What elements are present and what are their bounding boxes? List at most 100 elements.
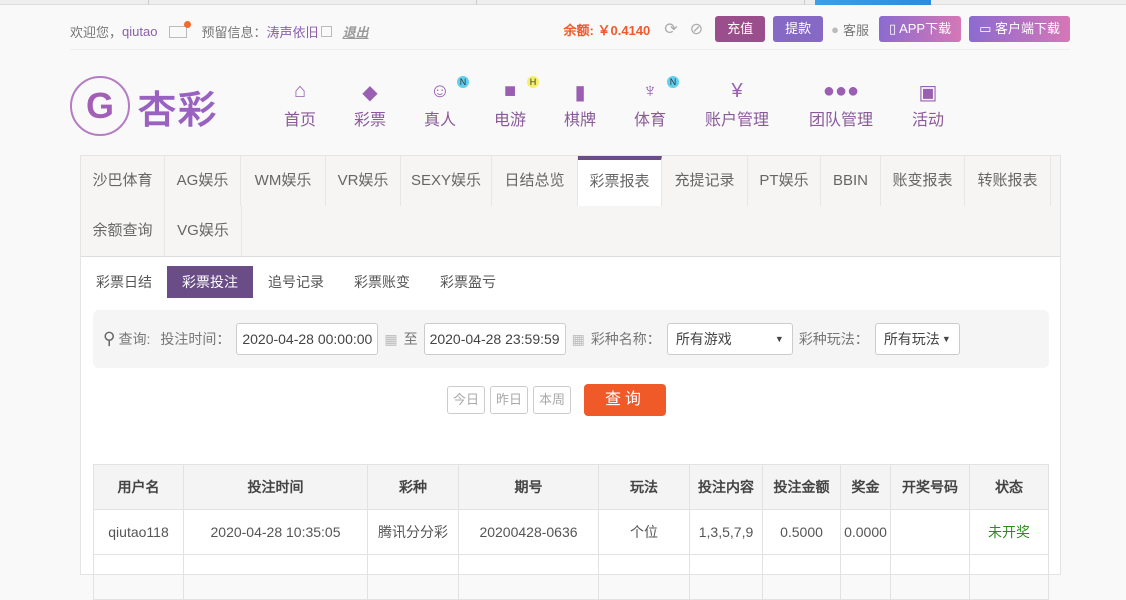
col-prize: 奖金 xyxy=(840,464,891,510)
yesterday-button[interactable]: 昨日 xyxy=(490,386,528,414)
cell-status: 未开奖 xyxy=(969,509,1049,555)
badge-hot: H xyxy=(527,76,539,88)
nav-egame[interactable]: ■ H 电游 xyxy=(491,76,539,130)
col-draw-number: 开奖号码 xyxy=(890,464,970,510)
nav-team[interactable]: ●●● 团队管理 xyxy=(806,80,876,130)
tab-wm[interactable]: WM娱乐 xyxy=(241,156,326,206)
subtab-account-change[interactable]: 彩票账变 xyxy=(339,266,425,298)
tab-saba[interactable]: 沙巴体育 xyxy=(81,156,165,206)
nav-label: 首页 xyxy=(283,112,316,129)
cell-prize: 0.0000 xyxy=(840,509,891,555)
cell-draw-number xyxy=(890,509,970,555)
nav-label: 真人 xyxy=(423,112,456,129)
table-row[interactable]: qiutao118 2020-04-28 10:35:05 腾讯分分彩 2020… xyxy=(93,509,1049,555)
this-week-button[interactable]: 本周 xyxy=(533,386,571,414)
logout-link[interactable]: 退出 xyxy=(342,22,368,41)
end-time-input[interactable]: 2020-04-28 23:59:59 xyxy=(423,323,566,355)
tab-lottery-report[interactable]: 彩票报表 xyxy=(578,156,662,206)
team-icon: ●●● xyxy=(822,80,860,102)
subtab-bets[interactable]: 彩票投注 xyxy=(167,266,253,298)
tab-vg[interactable]: VG娱乐 xyxy=(165,206,242,256)
col-content: 投注内容 xyxy=(689,464,763,510)
filter-bar: ⚲ 查询: 投注时间： 2020-04-28 00:00:00 ▦ 至 2020… xyxy=(93,310,1049,368)
tab-transfer-report[interactable]: 转账报表 xyxy=(965,156,1051,206)
monitor-icon: ▭ xyxy=(979,21,995,36)
logo[interactable]: G 杏彩 xyxy=(70,76,218,136)
tab-ag[interactable]: AG娱乐 xyxy=(165,156,241,206)
play-label: 彩种玩法： xyxy=(798,331,869,347)
col-lottery: 彩种 xyxy=(367,464,459,510)
col-play: 玩法 xyxy=(598,464,690,510)
withdraw-button[interactable]: 提款 xyxy=(773,16,824,42)
cards-icon: ▮ xyxy=(574,82,586,104)
lottery-select[interactable]: 所有游戏 ▼ xyxy=(666,323,793,355)
cell-bet-time: 2020-04-28 10:35:05 xyxy=(183,509,368,555)
to-label: 至 xyxy=(403,331,418,347)
query-label: 查询: xyxy=(118,331,151,347)
home-icon: ⌂ xyxy=(293,80,307,102)
gamepad-icon: ■ H xyxy=(491,76,539,106)
top-strip xyxy=(0,0,1126,5)
balance-value: ￥0.4140 xyxy=(597,22,651,38)
tab-sexy[interactable]: SEXY娱乐 xyxy=(401,156,492,206)
calendar-icon[interactable]: ▦ xyxy=(384,331,397,348)
tab-vr[interactable]: VR娱乐 xyxy=(326,156,401,206)
tab-balance-query[interactable]: 余额查询 xyxy=(81,206,165,256)
calendar-icon[interactable]: ▦ xyxy=(572,331,585,348)
client-download-button[interactable]: ▭ 客户端下载 xyxy=(969,16,1070,42)
dropdown-arrow-icon: ▼ xyxy=(774,334,784,344)
subtab-profit[interactable]: 彩票盈亏 xyxy=(425,266,511,298)
tab-daily-overview[interactable]: 日结总览 xyxy=(492,156,578,206)
sub-tabs: 彩票日结 彩票投注 追号记录 彩票账变 彩票盈亏 xyxy=(81,266,511,298)
col-bet-time: 投注时间 xyxy=(183,464,368,510)
quick-buttons: 今日 昨日 本周 查询 xyxy=(447,384,666,416)
nav-label: 团队管理 xyxy=(808,112,873,129)
table-header: 用户名 投注时间 彩种 期号 玩法 投注内容 投注金额 奖金 开奖号码 状态 xyxy=(93,464,1049,510)
nav-label: 体育 xyxy=(633,112,666,129)
client-download-label: 客户端下载 xyxy=(994,21,1060,36)
app-download-button[interactable]: ▯ APP下载 xyxy=(879,16,962,42)
recharge-button[interactable]: 充值 xyxy=(715,16,766,42)
username: qiutao xyxy=(122,24,158,39)
search-button[interactable]: 查询 xyxy=(584,384,666,416)
service-icon: ● xyxy=(831,21,839,37)
service-link[interactable]: 客服 xyxy=(843,20,869,39)
main-nav: G 杏彩 ⌂ 首页 ◆ 彩票 ☺ N 真人 ■ H 电游 ▮ 棋牌 ♆ N 体育 ¥ 账户管理 ●●●… xyxy=(70,70,1070,140)
tab-bbin[interactable]: BBIN xyxy=(821,156,881,206)
col-amount: 投注金额 xyxy=(762,464,841,510)
nav-live[interactable]: ☺ N 真人 xyxy=(421,76,469,130)
tab-deposit-records[interactable]: 充提记录 xyxy=(662,156,748,206)
nav-label: 彩票 xyxy=(353,112,386,129)
balance-label: 余额: xyxy=(563,22,594,38)
nav-sports[interactable]: ♆ N 体育 xyxy=(631,76,679,130)
nav-account[interactable]: ¥ 账户管理 xyxy=(702,80,772,130)
edit-icon[interactable] xyxy=(321,26,333,37)
play-select[interactable]: 所有玩法 ▼ xyxy=(874,323,960,355)
lottery-select-value: 所有游戏 xyxy=(675,331,732,347)
phone-icon: ▯ xyxy=(889,21,900,36)
tab-account-change[interactable]: 账变报表 xyxy=(881,156,965,206)
cell-issue: 20200428-0636 xyxy=(458,509,599,555)
hide-eye-icon[interactable]: ⊘ xyxy=(690,19,703,39)
badge-new: N xyxy=(667,76,679,88)
today-button[interactable]: 今日 xyxy=(447,386,485,414)
reserved-label: 预留信息： xyxy=(201,25,267,40)
subtab-chase[interactable]: 追号记录 xyxy=(253,266,339,298)
refresh-icon[interactable]: ⟳ xyxy=(664,19,677,39)
nav-lottery[interactable]: ◆ 彩票 xyxy=(351,80,389,130)
reserved-value: 涛声依旧 xyxy=(266,25,319,40)
nav-label: 电游 xyxy=(493,112,526,129)
mail-icon[interactable] xyxy=(169,20,192,38)
subtab-daily[interactable]: 彩票日结 xyxy=(81,266,167,298)
welcome-text: 欢迎您， xyxy=(70,25,123,40)
bets-table: 用户名 投注时间 彩种 期号 玩法 投注内容 投注金额 奖金 开奖号码 状态 q… xyxy=(93,464,1049,600)
tab-pt[interactable]: PT娱乐 xyxy=(748,156,821,206)
app-download-label: APP下载 xyxy=(899,21,952,36)
logo-text: 杏彩 xyxy=(138,89,219,132)
nav-home[interactable]: ⌂ 首页 xyxy=(281,80,319,130)
start-time-input[interactable]: 2020-04-28 00:00:00 xyxy=(236,323,379,355)
nav-activity[interactable]: ▣ 活动 xyxy=(909,80,947,130)
time-label: 投注时间： xyxy=(160,331,231,347)
table-row xyxy=(93,554,1049,600)
nav-chess[interactable]: ▮ 棋牌 xyxy=(561,80,599,130)
